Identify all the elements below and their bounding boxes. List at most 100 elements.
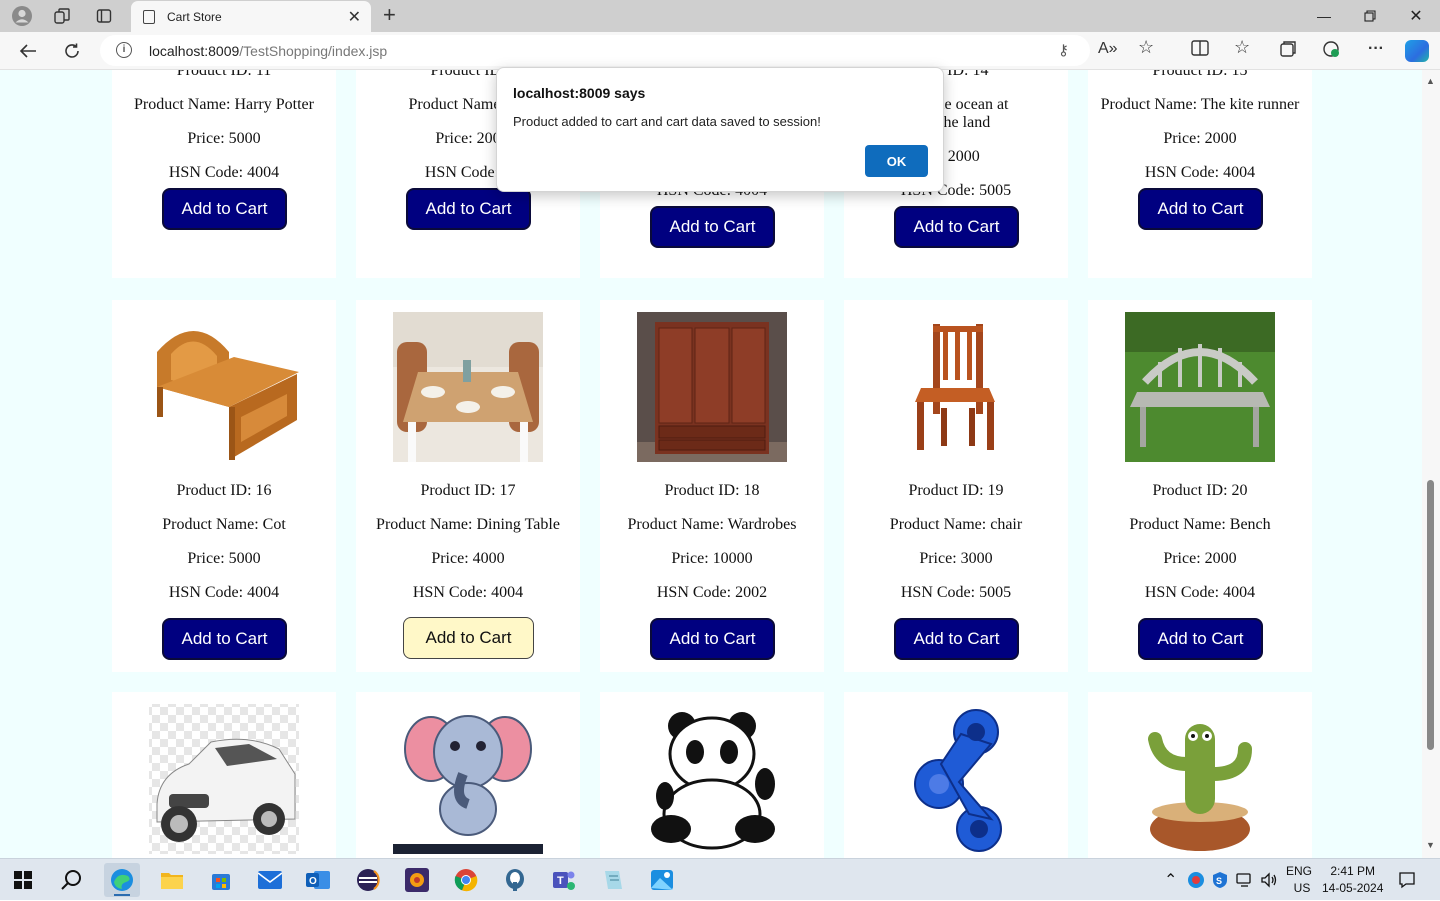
product-hsn: HSN Code: 4004 — [168, 584, 280, 601]
product-hsn: HSN Code: 4004 — [412, 584, 524, 601]
product-name: Product Name: The kite runner — [1100, 96, 1300, 113]
add-to-cart-button[interactable]: Add to Cart — [162, 618, 287, 660]
svg-text:S: S — [1216, 876, 1222, 886]
product-id: Product ID: 11 — [176, 70, 272, 79]
svg-text:T: T — [557, 875, 564, 887]
elephant-image — [393, 704, 543, 854]
copilot-icon[interactable] — [1405, 40, 1429, 62]
teams-icon[interactable]: T — [546, 863, 582, 897]
chrome-icon[interactable] — [448, 863, 484, 897]
search-icon[interactable] — [54, 863, 90, 897]
add-to-cart-button[interactable]: Add to Cart — [1138, 618, 1263, 660]
scrollbar-thumb[interactable] — [1427, 480, 1434, 750]
close-tab-icon[interactable]: ✕ — [348, 7, 361, 27]
postgresql-icon[interactable] — [497, 863, 533, 897]
product-name: Product Name: Dining Table — [376, 516, 560, 533]
add-to-cart-button[interactable]: Add to Cart — [894, 618, 1019, 660]
site-info-icon[interactable]: i — [116, 42, 132, 58]
eclipse-icon[interactable] — [350, 863, 386, 897]
restore-button[interactable] — [1347, 0, 1393, 32]
microsoft-store-icon[interactable] — [203, 863, 239, 897]
product-id: Product ID: 19 — [908, 482, 1004, 499]
clock-time: 2:41 PM — [1330, 864, 1376, 878]
chair-image — [881, 312, 1031, 462]
bench-image — [1125, 312, 1275, 462]
product-card-11: Product ID: 11 Product Name: Harry Potte… — [112, 70, 336, 278]
product-price: Price: 2000 — [1163, 130, 1237, 147]
product-name: Product Name: Bench — [1129, 516, 1271, 533]
network-icon[interactable] — [1236, 859, 1254, 901]
product-card-19: Product ID: 19 Product Name: chair Price… — [844, 300, 1068, 672]
add-to-cart-button[interactable]: Add to Cart — [650, 206, 775, 248]
split-screen-icon[interactable] — [1191, 40, 1209, 61]
active-indicator — [114, 894, 130, 896]
product-card-18: Product ID: 18 Product Name: Wardrobes P… — [600, 300, 824, 672]
wardrobe-image — [637, 312, 787, 462]
profile-icon[interactable] — [10, 4, 34, 28]
page-icon — [143, 9, 155, 24]
language-code: ENG — [1286, 864, 1313, 878]
ok-button[interactable]: OK — [865, 145, 928, 177]
add-to-cart-button[interactable]: Add to Cart — [650, 618, 775, 660]
read-aloud-icon[interactable]: A» — [1098, 40, 1118, 58]
product-hsn: HSN Code: 5005 — [900, 584, 1012, 601]
volume-icon[interactable] — [1260, 859, 1278, 901]
product-id: Product ID: 17 — [420, 482, 516, 499]
outlook-icon[interactable]: O — [300, 863, 336, 897]
address-bar[interactable]: i localhost:8009/TestShopping/index.jsp … — [100, 35, 1090, 66]
keyboard-region: US — [1293, 881, 1311, 895]
product-price: Price: 5000 — [187, 130, 261, 147]
edge-tray-icon[interactable] — [1187, 859, 1205, 901]
workspaces-icon[interactable] — [50, 4, 74, 28]
more-menu-icon[interactable]: ··· — [1368, 40, 1384, 58]
add-to-cart-button[interactable]: Add to Cart — [162, 188, 287, 230]
notepad-icon[interactable] — [595, 863, 631, 897]
page-scrollbar[interactable]: ▲ ▼ — [1422, 70, 1440, 858]
tray-overflow-icon[interactable]: ⌃ — [1164, 859, 1177, 901]
tab-cart-store[interactable]: Cart Store ✕ — [131, 1, 371, 32]
shield-tray-icon[interactable]: S — [1212, 859, 1228, 901]
url-text: localhost:8009/TestShopping/index.jsp — [149, 43, 388, 59]
product-price: Price: 2000 — [1163, 550, 1237, 567]
product-card-20: Product ID: 20 Product Name: Bench Price… — [1088, 300, 1312, 672]
add-to-cart-button[interactable]: Add to Cart — [403, 617, 534, 659]
tab-actions-icon[interactable] — [92, 4, 116, 28]
edge-taskbar-icon[interactable] — [104, 863, 140, 897]
key-icon[interactable]: ⚷ — [1058, 41, 1069, 59]
product-card-25 — [1088, 692, 1312, 858]
product-name: Product Name: Cot — [162, 516, 286, 533]
product-hsn: HSN Code: 4004 — [1144, 584, 1256, 601]
clock-date: 14-05-2024 — [1322, 881, 1384, 895]
add-to-cart-button[interactable]: Add to Cart — [1138, 188, 1263, 230]
favorites-icon[interactable]: ☆ — [1234, 37, 1250, 58]
product-card-16: Product ID: 16 Product Name: Cot Price: … — [112, 300, 336, 672]
language-indicator[interactable]: ENG US — [1286, 859, 1312, 901]
product-name: Product Name: chair — [889, 516, 1023, 533]
game-app-icon[interactable] — [399, 863, 435, 897]
collections-icon[interactable] — [1279, 40, 1297, 63]
scroll-down-arrow-icon[interactable]: ▼ — [1426, 840, 1435, 850]
new-tab-icon[interactable]: + — [383, 4, 396, 26]
windows-start-icon[interactable] — [5, 863, 41, 897]
alert-dialog: localhost:8009 says Product added to car… — [496, 67, 944, 192]
file-explorer-icon[interactable] — [154, 863, 190, 897]
add-to-cart-button[interactable]: Add to Cart — [894, 206, 1019, 248]
notification-icon[interactable] — [1398, 859, 1416, 901]
mail-icon[interactable] — [252, 863, 288, 897]
favorite-star-icon[interactable]: ☆ — [1138, 37, 1154, 58]
browser-essentials-icon[interactable] — [1322, 40, 1340, 63]
scroll-up-arrow-icon[interactable]: ▲ — [1426, 76, 1435, 86]
car-image — [149, 704, 299, 854]
fidget-spinner-image — [881, 704, 1031, 854]
minimize-button[interactable]: — — [1301, 0, 1347, 32]
product-card-21 — [112, 692, 336, 858]
back-icon[interactable] — [15, 39, 41, 63]
clock[interactable]: 2:41 PM 14-05-2024 — [1322, 859, 1383, 901]
refresh-icon[interactable] — [59, 39, 85, 63]
photos-icon[interactable] — [644, 863, 680, 897]
add-to-cart-button[interactable]: Add to Cart — [406, 188, 531, 230]
product-hsn: HSN Code: 2002 — [656, 584, 768, 601]
product-hsn: HSN Code: 4004 — [1144, 164, 1256, 181]
close-window-button[interactable]: ✕ — [1393, 0, 1439, 32]
taskbar: O T ⌃ S ENG US 2:41 PM 14-05-2024 — [0, 858, 1440, 900]
